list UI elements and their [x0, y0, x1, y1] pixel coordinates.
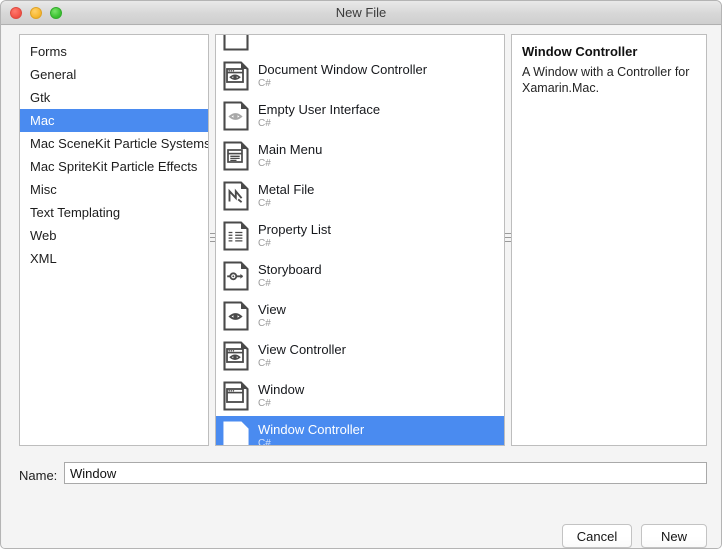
template-item[interactable]: Empty User Interface C# [216, 96, 504, 136]
template-item[interactable] [216, 35, 504, 56]
name-input[interactable] [64, 462, 707, 484]
template-item[interactable]: Window C# [216, 376, 504, 416]
template-list[interactable]: Document Window Controller C# Empty User I… [216, 35, 504, 445]
view-icon [222, 301, 250, 331]
category-item-label: Mac SpriteKit Particle Effects [30, 159, 198, 174]
main-menu-icon [222, 141, 250, 171]
window-controller-icon [222, 421, 250, 445]
name-field-label: Name: [19, 468, 58, 483]
cancel-button[interactable]: Cancel [562, 524, 632, 548]
template-details-title: Window Controller [522, 44, 638, 59]
category-item[interactable]: Mac SpriteKit Particle Effects [20, 155, 208, 178]
category-list-pane[interactable]: Forms General Gtk Mac Mac SceneKit Particle … [19, 34, 209, 446]
category-item-label: Mac SceneKit Particle Systems [30, 136, 208, 151]
category-item-label: XML [30, 251, 57, 266]
category-item[interactable]: Mac [20, 109, 208, 132]
template-item-language: C# [258, 238, 271, 249]
category-list[interactable]: Forms General Gtk Mac Mac SceneKit Particle … [20, 35, 208, 270]
category-item-label: Forms [30, 44, 67, 59]
template-item-name: View Controller [258, 342, 346, 357]
template-item-language: C# [258, 78, 271, 89]
template-item[interactable]: View C# [216, 296, 504, 336]
template-item-language: C# [258, 118, 271, 129]
category-item[interactable]: Mac SceneKit Particle Systems [20, 132, 208, 155]
template-details-description: A Window with a Controller for Xamarin.M… [522, 65, 690, 95]
storyboard-icon [222, 261, 250, 291]
template-item-language: C# [258, 398, 271, 409]
new-button[interactable]: New [641, 524, 707, 548]
template-item[interactable]: Metal File C# [216, 176, 504, 216]
template-details-pane: Window Controller A Window with a Contro… [511, 34, 707, 446]
template-item-name: Document Window Controller [258, 62, 428, 77]
category-item[interactable]: Web [20, 224, 208, 247]
template-item[interactable]: Window Controller C# [216, 416, 504, 445]
template-item-name: Main Menu [258, 142, 323, 157]
category-item[interactable]: XML [20, 247, 208, 270]
template-item-language: C# [258, 438, 271, 445]
template-item-language: C# [258, 278, 271, 289]
template-item-name: Storyboard [258, 262, 322, 277]
empty-user-interface-icon [222, 101, 250, 131]
metal-file-icon [222, 181, 250, 211]
template-item-language: C# [258, 158, 271, 169]
template-item-language: C# [258, 318, 271, 329]
template-item-name: Empty User Interface [258, 102, 381, 117]
category-item-label: Misc [30, 182, 57, 197]
category-item-label: Mac [30, 113, 55, 128]
template-item[interactable]: View Controller C# [216, 336, 504, 376]
window-title: New File [335, 5, 387, 20]
window-icon [222, 381, 250, 411]
property-list-icon [222, 221, 250, 251]
template-item[interactable]: Document Window Controller C# [216, 56, 504, 96]
view-controller-icon [222, 341, 250, 371]
template-item[interactable]: Property List C# [216, 216, 504, 256]
template-item-name: View [258, 302, 286, 317]
template-item-language: C# [258, 198, 271, 209]
template-item-name: Property List [258, 222, 331, 237]
category-item-label: Gtk [30, 90, 51, 105]
template-item[interactable]: Main Menu C# [216, 136, 504, 176]
template-list-pane[interactable]: Document Window Controller C# Empty User I… [215, 34, 505, 446]
category-item-label: Text Templating [30, 205, 121, 220]
template-item-name: Metal File [258, 182, 315, 197]
template-list-scroll[interactable]: Document Window Controller C# Empty User I… [216, 35, 504, 445]
category-item[interactable]: General [20, 63, 208, 86]
titlebar[interactable]: New File [1, 1, 721, 25]
category-item[interactable]: Gtk [20, 86, 208, 109]
template-item-name: Window [258, 382, 305, 397]
document-window-controller-icon [222, 61, 250, 91]
template-item-name: Window Controller [258, 422, 365, 437]
category-item-label: Web [30, 228, 57, 243]
category-item-label: General [30, 67, 77, 82]
template-item[interactable]: Storyboard C# [216, 256, 504, 296]
category-item[interactable]: Misc [20, 178, 208, 201]
new-file-dialog-window: New File Forms General Gtk Mac Mac SceneKit … [0, 0, 722, 549]
dialog-body: Forms General Gtk Mac Mac SceneKit Particle … [2, 26, 721, 548]
document-partial-icon [222, 35, 250, 51]
category-item[interactable]: Forms [20, 40, 208, 63]
category-item[interactable]: Text Templating [20, 201, 208, 224]
template-item-language: C# [258, 358, 271, 369]
